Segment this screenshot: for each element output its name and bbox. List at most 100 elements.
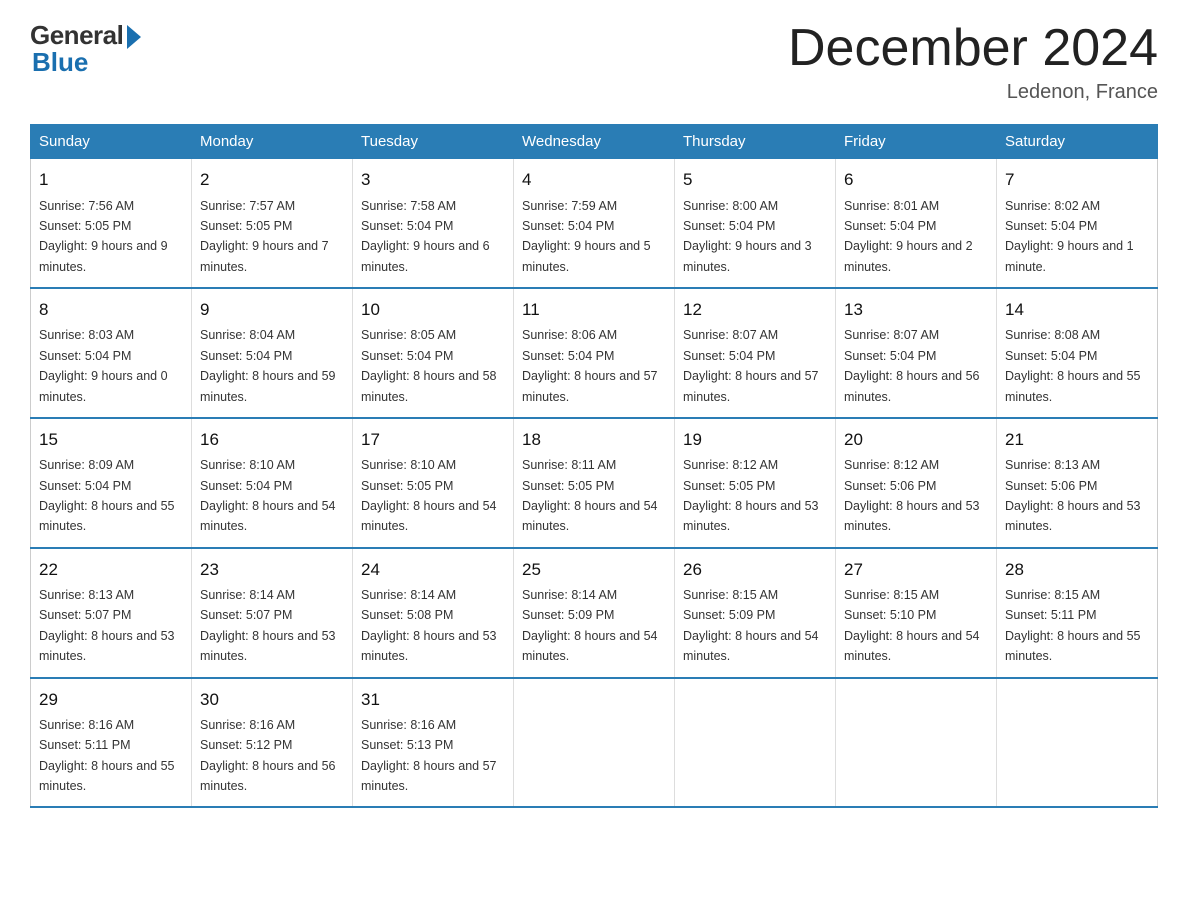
day-info: Sunrise: 8:15 AMSunset: 5:11 PMDaylight:…	[1005, 588, 1141, 663]
day-number: 19	[683, 427, 827, 453]
day-info: Sunrise: 8:13 AMSunset: 5:06 PMDaylight:…	[1005, 458, 1141, 533]
table-row: 28 Sunrise: 8:15 AMSunset: 5:11 PMDayligh…	[997, 548, 1158, 678]
table-row: 19 Sunrise: 8:12 AMSunset: 5:05 PMDayligh…	[675, 418, 836, 548]
table-row: 5 Sunrise: 8:00 AMSunset: 5:04 PMDaylight…	[675, 159, 836, 288]
day-number: 30	[200, 687, 344, 713]
table-row: 13 Sunrise: 8:07 AMSunset: 5:04 PMDayligh…	[836, 288, 997, 418]
day-info: Sunrise: 8:15 AMSunset: 5:09 PMDaylight:…	[683, 588, 819, 663]
day-number: 7	[1005, 167, 1149, 193]
day-info: Sunrise: 8:16 AMSunset: 5:11 PMDaylight:…	[39, 718, 175, 793]
day-number: 25	[522, 557, 666, 583]
calendar-week-row: 15 Sunrise: 8:09 AMSunset: 5:04 PMDayligh…	[31, 418, 1158, 548]
day-number: 22	[39, 557, 183, 583]
calendar-week-row: 1Sunrise: 7:56 AMSunset: 5:05 PMDaylight…	[31, 159, 1158, 288]
day-info: Sunrise: 8:00 AMSunset: 5:04 PMDaylight:…	[683, 199, 812, 274]
day-info: Sunrise: 8:07 AMSunset: 5:04 PMDaylight:…	[683, 328, 819, 403]
table-row: 21 Sunrise: 8:13 AMSunset: 5:06 PMDayligh…	[997, 418, 1158, 548]
day-info: Sunrise: 7:56 AMSunset: 5:05 PMDaylight:…	[39, 199, 168, 274]
col-wednesday: Wednesday	[514, 125, 675, 159]
day-number: 9	[200, 297, 344, 323]
day-info: Sunrise: 8:12 AMSunset: 5:06 PMDaylight:…	[844, 458, 980, 533]
table-row: 11 Sunrise: 8:06 AMSunset: 5:04 PMDayligh…	[514, 288, 675, 418]
day-info: Sunrise: 8:16 AMSunset: 5:12 PMDaylight:…	[200, 718, 336, 793]
table-row: 18 Sunrise: 8:11 AMSunset: 5:05 PMDayligh…	[514, 418, 675, 548]
table-row: 1Sunrise: 7:56 AMSunset: 5:05 PMDaylight…	[31, 159, 192, 288]
day-number: 8	[39, 297, 183, 323]
table-row: 12 Sunrise: 8:07 AMSunset: 5:04 PMDayligh…	[675, 288, 836, 418]
day-info: Sunrise: 8:14 AMSunset: 5:08 PMDaylight:…	[361, 588, 497, 663]
table-row: 9 Sunrise: 8:04 AMSunset: 5:04 PMDaylight…	[192, 288, 353, 418]
table-row: 22Sunrise: 8:13 AMSunset: 5:07 PMDayligh…	[31, 548, 192, 678]
day-number: 23	[200, 557, 344, 583]
location: Ledenon, France	[788, 81, 1158, 104]
table-row: 4Sunrise: 7:59 AMSunset: 5:04 PMDaylight…	[514, 159, 675, 288]
table-row	[997, 678, 1158, 808]
table-row: 7 Sunrise: 8:02 AMSunset: 5:04 PMDaylight…	[997, 159, 1158, 288]
day-info: Sunrise: 8:09 AMSunset: 5:04 PMDaylight:…	[39, 458, 175, 533]
table-row: 10 Sunrise: 8:05 AMSunset: 5:04 PMDayligh…	[353, 288, 514, 418]
title-block: December 2024 Ledenon, France	[788, 20, 1158, 104]
table-row	[836, 678, 997, 808]
day-number: 27	[844, 557, 988, 583]
col-friday: Friday	[836, 125, 997, 159]
day-number: 18	[522, 427, 666, 453]
day-number: 2	[200, 167, 344, 193]
day-number: 28	[1005, 557, 1149, 583]
calendar-week-row: 29 Sunrise: 8:16 AMSunset: 5:11 PMDayligh…	[31, 678, 1158, 808]
table-row: 27 Sunrise: 8:15 AMSunset: 5:10 PMDayligh…	[836, 548, 997, 678]
day-number: 3	[361, 167, 505, 193]
day-info: Sunrise: 8:05 AMSunset: 5:04 PMDaylight:…	[361, 328, 497, 403]
calendar-header-row: Sunday Monday Tuesday Wednesday Thursday…	[31, 125, 1158, 159]
day-number: 5	[683, 167, 827, 193]
day-info: Sunrise: 8:15 AMSunset: 5:10 PMDaylight:…	[844, 588, 980, 663]
logo: General Blue	[30, 20, 141, 78]
day-number: 17	[361, 427, 505, 453]
day-number: 6	[844, 167, 988, 193]
day-info: Sunrise: 8:16 AMSunset: 5:13 PMDaylight:…	[361, 718, 497, 793]
day-number: 13	[844, 297, 988, 323]
col-thursday: Thursday	[675, 125, 836, 159]
day-info: Sunrise: 8:03 AMSunset: 5:04 PMDaylight:…	[39, 328, 168, 403]
day-info: Sunrise: 8:04 AMSunset: 5:04 PMDaylight:…	[200, 328, 336, 403]
day-info: Sunrise: 8:01 AMSunset: 5:04 PMDaylight:…	[844, 199, 973, 274]
logo-arrow-icon	[127, 25, 141, 49]
logo-blue-text: Blue	[30, 47, 88, 78]
day-info: Sunrise: 7:58 AMSunset: 5:04 PMDaylight:…	[361, 199, 490, 274]
day-number: 15	[39, 427, 183, 453]
table-row: 30 Sunrise: 8:16 AMSunset: 5:12 PMDayligh…	[192, 678, 353, 808]
day-number: 12	[683, 297, 827, 323]
table-row	[514, 678, 675, 808]
month-title: December 2024	[788, 20, 1158, 77]
day-number: 11	[522, 297, 666, 323]
calendar-week-row: 8 Sunrise: 8:03 AMSunset: 5:04 PMDaylight…	[31, 288, 1158, 418]
day-info: Sunrise: 8:08 AMSunset: 5:04 PMDaylight:…	[1005, 328, 1141, 403]
day-info: Sunrise: 8:02 AMSunset: 5:04 PMDaylight:…	[1005, 199, 1134, 274]
day-info: Sunrise: 8:10 AMSunset: 5:04 PMDaylight:…	[200, 458, 336, 533]
calendar-table: Sunday Monday Tuesday Wednesday Thursday…	[30, 124, 1158, 808]
col-tuesday: Tuesday	[353, 125, 514, 159]
day-info: Sunrise: 8:10 AMSunset: 5:05 PMDaylight:…	[361, 458, 497, 533]
table-row	[675, 678, 836, 808]
day-info: Sunrise: 8:06 AMSunset: 5:04 PMDaylight:…	[522, 328, 658, 403]
table-row: 31 Sunrise: 8:16 AMSunset: 5:13 PMDayligh…	[353, 678, 514, 808]
day-info: Sunrise: 8:12 AMSunset: 5:05 PMDaylight:…	[683, 458, 819, 533]
table-row: 6 Sunrise: 8:01 AMSunset: 5:04 PMDaylight…	[836, 159, 997, 288]
day-info: Sunrise: 7:57 AMSunset: 5:05 PMDaylight:…	[200, 199, 329, 274]
day-info: Sunrise: 8:14 AMSunset: 5:07 PMDaylight:…	[200, 588, 336, 663]
day-number: 24	[361, 557, 505, 583]
table-row: 29 Sunrise: 8:16 AMSunset: 5:11 PMDayligh…	[31, 678, 192, 808]
table-row: 25 Sunrise: 8:14 AMSunset: 5:09 PMDayligh…	[514, 548, 675, 678]
col-sunday: Sunday	[31, 125, 192, 159]
table-row: 3 Sunrise: 7:58 AMSunset: 5:04 PMDaylight…	[353, 159, 514, 288]
day-number: 26	[683, 557, 827, 583]
day-info: Sunrise: 8:07 AMSunset: 5:04 PMDaylight:…	[844, 328, 980, 403]
day-number: 21	[1005, 427, 1149, 453]
day-number: 10	[361, 297, 505, 323]
day-info: Sunrise: 8:14 AMSunset: 5:09 PMDaylight:…	[522, 588, 658, 663]
col-saturday: Saturday	[997, 125, 1158, 159]
day-info: Sunrise: 8:11 AMSunset: 5:05 PMDaylight:…	[522, 458, 658, 533]
table-row: 24 Sunrise: 8:14 AMSunset: 5:08 PMDayligh…	[353, 548, 514, 678]
day-number: 29	[39, 687, 183, 713]
table-row: 14Sunrise: 8:08 AMSunset: 5:04 PMDayligh…	[997, 288, 1158, 418]
day-number: 31	[361, 687, 505, 713]
